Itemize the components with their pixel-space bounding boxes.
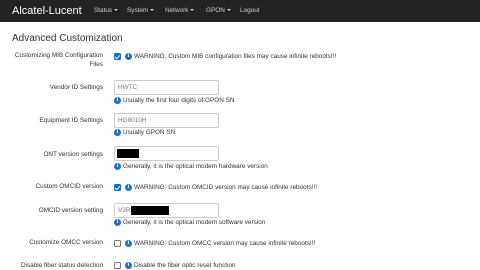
info-circle-icon: i — [125, 262, 132, 269]
omcid-version-prefix: V3R — [118, 207, 131, 214]
page-title: Advanced Customization — [12, 33, 123, 44]
nav-status[interactable]: Status — [94, 6, 119, 16]
brand-logo-text[interactable]: Alcatel-Lucent — [12, 4, 82, 18]
disable-fiber-help: Disable the fiber optic reset function — [134, 261, 236, 269]
custom-omcid-checkbox[interactable] — [114, 184, 121, 191]
ont-version-help: Generally, it is the optical modem hardw… — [123, 162, 268, 170]
nav-status-label: Status — [94, 7, 113, 14]
info-circle-icon: i — [114, 129, 121, 136]
custom-omcc-warning: WARNING: Custom OMCC version may cause i… — [134, 239, 316, 247]
vendor-id-help: Usually the first four digits of GPON SN — [123, 96, 235, 104]
custom-mib-label: Customizing MIB Configuration Files — [14, 52, 103, 68]
ont-version-input[interactable] — [114, 146, 219, 161]
nav-gpon-label: GPON — [206, 7, 225, 14]
nav-network[interactable]: Network — [165, 6, 195, 16]
ont-version-label: ONT version settings — [43, 151, 103, 158]
caret-down-icon — [226, 8, 231, 11]
nav-system[interactable]: System — [127, 6, 155, 16]
custom-omcc-checkbox[interactable] — [114, 240, 121, 247]
nav-logout-label: Logout — [240, 7, 260, 14]
equipment-id-input[interactable]: HG8010H — [114, 113, 219, 128]
disable-fiber-checkbox[interactable] — [114, 262, 121, 269]
caret-down-icon — [190, 8, 195, 11]
redacted-value — [131, 206, 169, 215]
equipment-id-label: Equipment ID Settings — [39, 117, 103, 124]
info-circle-icon: i — [114, 219, 121, 226]
custom-mib-checkbox[interactable] — [114, 53, 121, 60]
info-circle-icon: i — [125, 53, 132, 60]
info-circle-icon: i — [114, 97, 121, 104]
custom-mib-warning: WARNING: Custom MIB configuration files … — [134, 52, 337, 60]
disable-fiber-label: Disable fiber status detection — [20, 262, 103, 269]
vendor-id-input[interactable]: HWTC — [114, 80, 219, 95]
caret-down-icon — [114, 8, 119, 11]
omcid-version-help: Generally, it is the optical modem softw… — [123, 218, 266, 226]
custom-omcid-warning: WARNING: Custom OMCID version may cause … — [134, 183, 318, 191]
custom-omcid-label: Custom OMCID version — [35, 183, 103, 190]
nav-system-label: System — [127, 7, 149, 14]
omcid-version-input[interactable]: V3R — [114, 203, 219, 218]
vendor-id-label: Vendor ID Settings — [49, 84, 103, 91]
top-navbar: Alcatel-Lucent Status System Network GPO… — [0, 0, 480, 22]
info-circle-icon: i — [114, 163, 121, 170]
equipment-id-help: Usually GPON SN — [123, 128, 176, 136]
redacted-value — [117, 149, 139, 158]
info-circle-icon: i — [125, 184, 132, 191]
nav-logout[interactable]: Logout — [240, 6, 260, 16]
nav-network-label: Network — [165, 7, 189, 14]
caret-down-icon — [150, 8, 155, 11]
info-circle-icon: i — [125, 240, 132, 247]
omcid-version-label: OMCID version setting — [38, 207, 103, 214]
nav-gpon[interactable]: GPON — [206, 6, 231, 16]
custom-omcc-label: Customize OMCC version — [29, 239, 103, 246]
